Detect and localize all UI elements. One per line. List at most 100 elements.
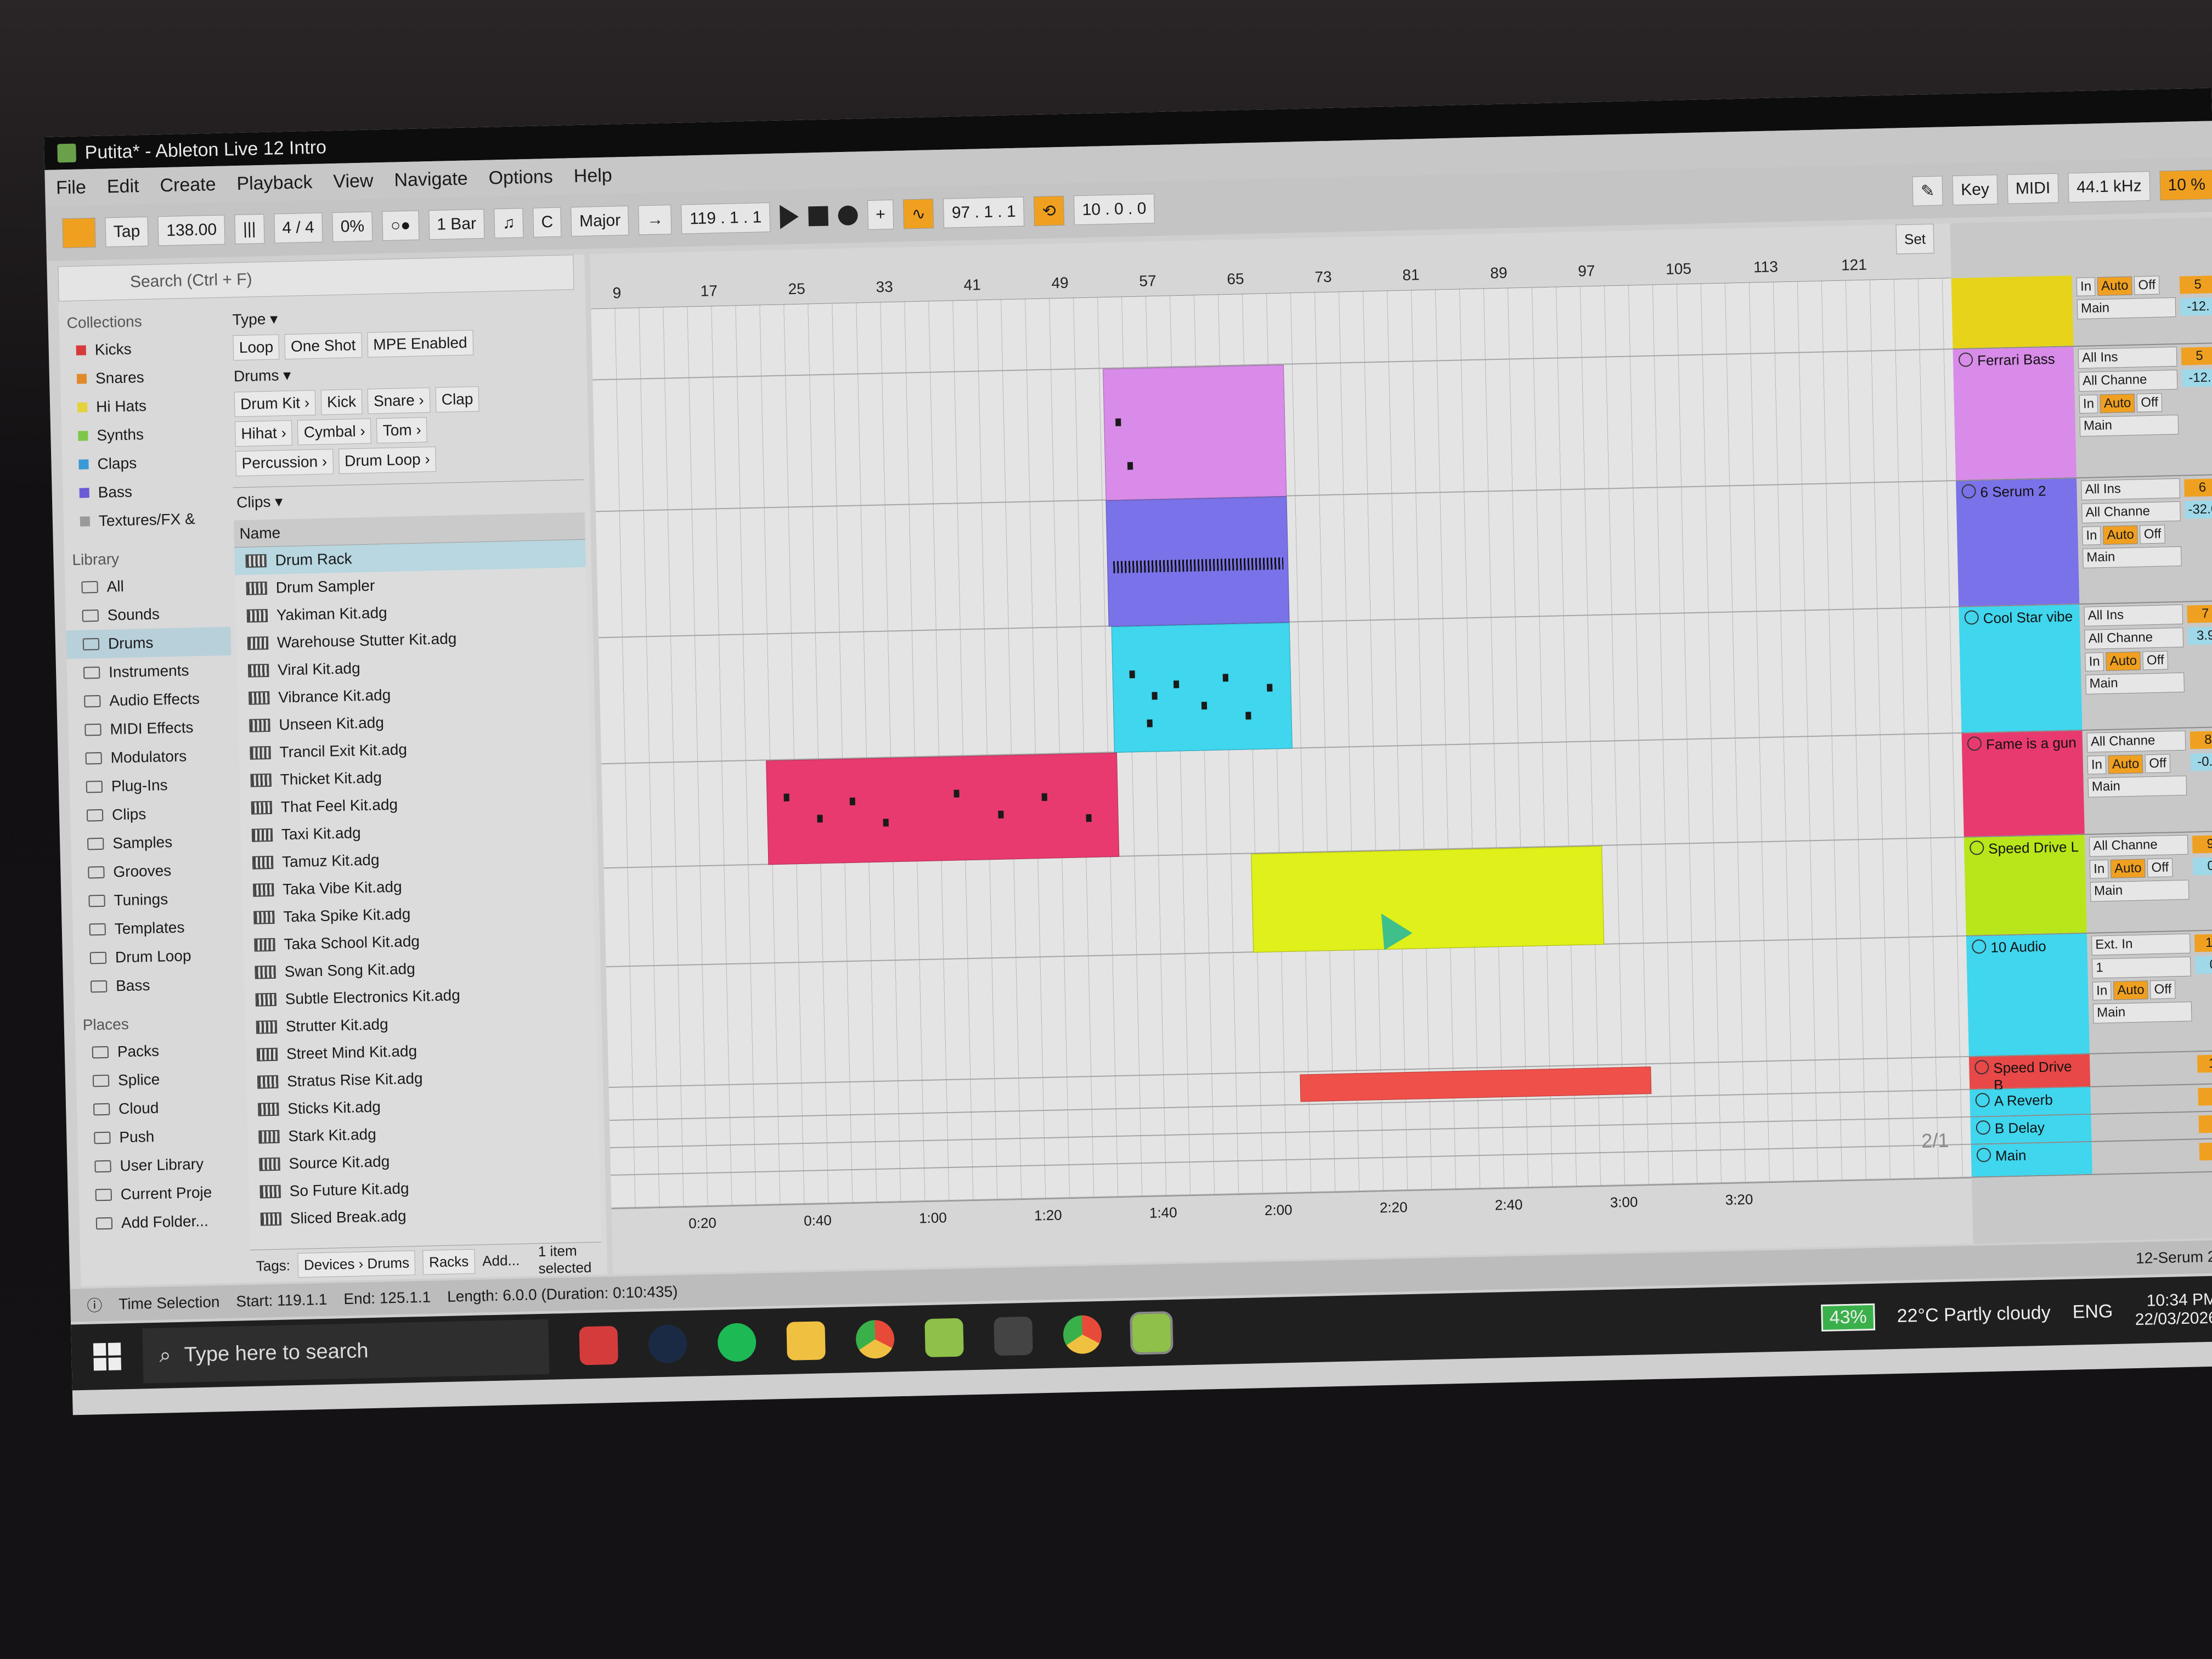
monitor-in-button[interactable]: In: [2082, 526, 2101, 545]
track-number[interactable]: 0: [2199, 1142, 2212, 1161]
monitor-off-button[interactable]: Off: [2140, 524, 2165, 544]
input-type-select[interactable]: All Channe: [2086, 730, 2186, 753]
loop-length[interactable]: 10 . 0 . 0: [1074, 194, 1155, 225]
mixer-track[interactable]: Main 0: [1971, 1138, 2212, 1178]
library-item[interactable]: Templates: [72, 912, 238, 944]
info-icon[interactable]: ⓘ: [87, 1294, 103, 1316]
track-volume-value[interactable]: -0.1: [2190, 753, 2212, 771]
loop-start[interactable]: 97 . 1 . 1: [943, 196, 1025, 228]
track-fold-icon[interactable]: [1975, 1092, 1990, 1108]
input-type-select[interactable]: All Channe: [2089, 834, 2188, 857]
menu-help[interactable]: Help: [573, 165, 612, 187]
menu-edit[interactable]: Edit: [106, 176, 139, 198]
filter-tag[interactable]: Clap: [435, 386, 479, 413]
mixer-track[interactable]: In Auto Off Main 5 -12.: [1951, 272, 2212, 350]
collection-item[interactable]: Snares: [60, 362, 225, 394]
monitor-in-button[interactable]: In: [2089, 859, 2109, 879]
live-active-icon[interactable]: [1130, 1311, 1173, 1355]
library-item[interactable]: Clips: [70, 798, 235, 830]
track-fold-icon[interactable]: [1976, 1120, 1991, 1135]
monitor-auto-button[interactable]: Auto: [2106, 651, 2141, 671]
library-item[interactable]: Samples: [71, 826, 236, 859]
song-position[interactable]: 119 . 1 . 1: [681, 202, 770, 234]
draw-mode-icon[interactable]: ✎: [1912, 176, 1943, 206]
output-select[interactable]: Main: [2085, 672, 2185, 695]
output-select[interactable]: Main: [2087, 775, 2187, 798]
settings-icon[interactable]: [994, 1316, 1033, 1356]
filter-tag[interactable]: MPE Enabled: [366, 330, 474, 358]
windows-start-icon[interactable]: [93, 1342, 122, 1371]
track-number[interactable]: B: [2198, 1114, 2212, 1133]
track-header[interactable]: Speed Drive B: [1968, 1054, 2091, 1093]
monitor-in-button[interactable]: In: [2079, 394, 2098, 414]
menu-file[interactable]: File: [56, 177, 87, 199]
places-item[interactable]: Push: [77, 1120, 242, 1153]
popcorn-icon[interactable]: [579, 1325, 619, 1365]
weather-widget[interactable]: 22°C Partly cloudy: [1897, 1302, 2051, 1327]
track-volume-value[interactable]: 0: [2192, 856, 2212, 876]
tap-button[interactable]: Tap: [105, 216, 149, 247]
track-header[interactable]: Ferrari Bass: [1953, 347, 2077, 481]
input-type-select[interactable]: All Ins: [2084, 604, 2183, 627]
arrangement-view[interactable]: 9 17 25 33 41 49 57 65 73 81 89 97 105 113 121: [590, 223, 1973, 1274]
track-number[interactable]: 5: [2181, 347, 2212, 365]
monitor-off-button[interactable]: Off: [2142, 651, 2168, 670]
monitor-in-button[interactable]: In: [2076, 277, 2096, 297]
track-fold-icon[interactable]: [1974, 1060, 1989, 1075]
link-toggle[interactable]: [62, 217, 96, 249]
monitor-off-button[interactable]: Off: [2150, 980, 2176, 1000]
language-indicator[interactable]: ENG: [2072, 1300, 2113, 1323]
detail-track-name[interactable]: 12-Serum 2: [2136, 1248, 2212, 1267]
collection-item[interactable]: Claps: [62, 447, 227, 479]
library-item[interactable]: Audio Effects: [67, 684, 233, 716]
track-header[interactable]: Main: [1971, 1142, 2092, 1177]
output-select[interactable]: Main: [2092, 1001, 2192, 1024]
chrome-profile-icon[interactable]: [1063, 1314, 1102, 1355]
mixer-track[interactable]: 6 Serum 2 All Ins All Channe In Auto Off Main 6…: [1956, 475, 2212, 608]
menu-options[interactable]: Options: [488, 166, 553, 189]
track-number[interactable]: 8: [2190, 731, 2212, 749]
track-fold-icon[interactable]: [1970, 840, 1984, 855]
track-volume-value[interactable]: -12.: [2181, 369, 2212, 387]
output-select[interactable]: Main: [2090, 879, 2190, 902]
chrome-icon[interactable]: [855, 1319, 895, 1359]
tempo-field[interactable]: 138.00: [157, 215, 225, 246]
filter-tag[interactable]: Hihat ›: [234, 420, 293, 447]
track-number[interactable]: 11: [2197, 1054, 2212, 1073]
mixer-track[interactable]: Ferrari Bass All Ins All Channe In Auto Off Ma…: [1953, 343, 2212, 482]
files-icon[interactable]: [786, 1321, 826, 1361]
time-signature[interactable]: 4 / 4: [273, 212, 323, 244]
taskbar-search[interactable]: ⌕ Type here to search: [142, 1319, 550, 1384]
collection-item[interactable]: Synths: [61, 419, 227, 451]
filter-tag[interactable]: Kick: [320, 388, 363, 415]
track-number[interactable]: 6: [2184, 478, 2212, 497]
monitor-in-button[interactable]: In: [2087, 755, 2107, 775]
library-item[interactable]: Instruments: [67, 655, 232, 687]
monitor-in-button[interactable]: In: [2085, 652, 2104, 672]
spotify-icon[interactable]: [717, 1323, 757, 1362]
input-channel-select[interactable]: All Channe: [2078, 369, 2178, 392]
track-volume-value[interactable]: -32.6: [2185, 500, 2212, 519]
mixer-track[interactable]: Cool Star vibe All Ins All Channe In Auto Off…: [1959, 601, 2212, 733]
output-select[interactable]: Main: [2082, 546, 2182, 568]
library-item[interactable]: Drum Loop: [73, 940, 238, 973]
monitor-auto-button[interactable]: Auto: [2110, 859, 2146, 878]
library-item[interactable]: All: [65, 570, 230, 602]
places-item[interactable]: Packs: [75, 1035, 240, 1067]
menu-view[interactable]: View: [333, 170, 374, 193]
filter-tag[interactable]: Drum Kit ›: [234, 390, 316, 417]
track-volume-value[interactable]: 0: [2194, 955, 2212, 974]
collection-item[interactable]: Kicks: [59, 333, 224, 365]
library-item[interactable]: Bass: [74, 969, 239, 1001]
track-fold-icon[interactable]: [1961, 484, 1976, 499]
tags-racks[interactable]: Racks: [422, 1249, 475, 1275]
filter-tag[interactable]: Percussion ›: [235, 449, 334, 477]
track-fold-icon[interactable]: [1967, 736, 1982, 751]
track-header[interactable]: A Reverb: [1970, 1087, 2091, 1116]
library-item[interactable]: Sounds: [65, 599, 230, 631]
filter-tag[interactable]: One Shot: [284, 332, 362, 360]
midi-map-button[interactable]: MIDI: [2007, 173, 2059, 204]
record-icon[interactable]: [837, 205, 858, 226]
metronome-icon[interactable]: |||: [234, 213, 265, 245]
input-type-select[interactable]: Ext. In: [2091, 933, 2191, 956]
